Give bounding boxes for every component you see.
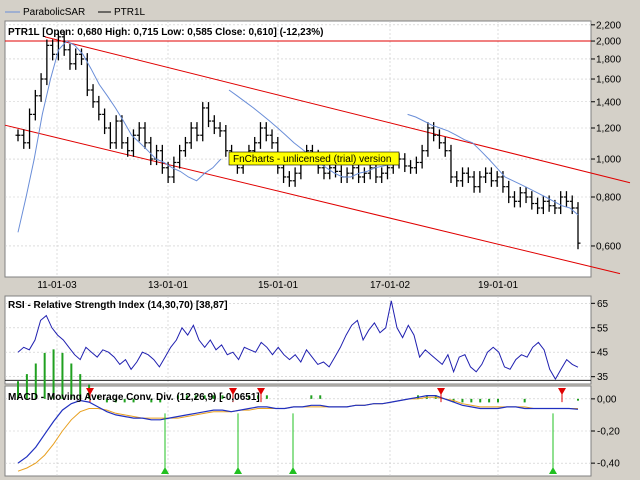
macd-y-tick-label: -0,40 <box>597 459 620 470</box>
macd-panel-header: MACD - Moving Average Conv. Div. (12,26,… <box>8 392 260 403</box>
watermark-text: FnCharts - unlicensed (trial) version <box>233 154 391 165</box>
chart-canvas: ParabolicSAR PTR1L PTR1L [Open: 0,680 Hi… <box>4 7 631 477</box>
legend-sar-label[interactable]: ParabolicSAR <box>23 7 85 18</box>
price-y-tick-label: 1,800 <box>596 54 621 65</box>
price-panel[interactable] <box>4 20 592 278</box>
rsi-panel-header: RSI - Relative Strength Index (14,30,70)… <box>8 300 228 311</box>
price-y-tick-label: 2,000 <box>596 37 621 48</box>
legend-price-label[interactable]: PTR1L <box>114 7 146 18</box>
price-x-tick-label: 19-01-01 <box>478 280 518 291</box>
price-x-tick-label: 11-01-03 <box>37 280 77 291</box>
legend-bar: ParabolicSAR PTR1L <box>5 7 146 18</box>
chart-window: ParabolicSAR PTR1L PTR1L [Open: 0,680 Hi… <box>0 0 640 480</box>
price-x-tick-label: 15-01-01 <box>258 280 298 291</box>
macd-y-tick-label: 0,00 <box>597 394 617 405</box>
rsi-y-tick-label: 35 <box>597 372 609 383</box>
price-x-tick-label: 13-01-01 <box>148 280 188 291</box>
price-y-tick-label: 1,200 <box>596 123 621 134</box>
price-y-tick-label: 0,800 <box>596 193 621 204</box>
price-y-tick-label: 0,600 <box>596 241 621 252</box>
price-y-tick-label: 2,200 <box>596 20 621 31</box>
price-panel-header: PTR1L [Open: 0,680 High: 0,715 Low: 0,58… <box>8 27 323 38</box>
price-y-tick-label: 1,600 <box>596 75 621 86</box>
macd-y-tick-label: -0,20 <box>597 427 620 438</box>
price-x-tick-label: 17-01-02 <box>370 280 410 291</box>
rsi-y-tick-label: 45 <box>597 348 609 359</box>
price-y-tick-label: 1,400 <box>596 97 621 108</box>
rsi-y-tick-label: 65 <box>597 299 609 310</box>
price-y-tick-label: 1,000 <box>596 155 621 166</box>
rsi-y-tick-label: 55 <box>597 323 609 334</box>
